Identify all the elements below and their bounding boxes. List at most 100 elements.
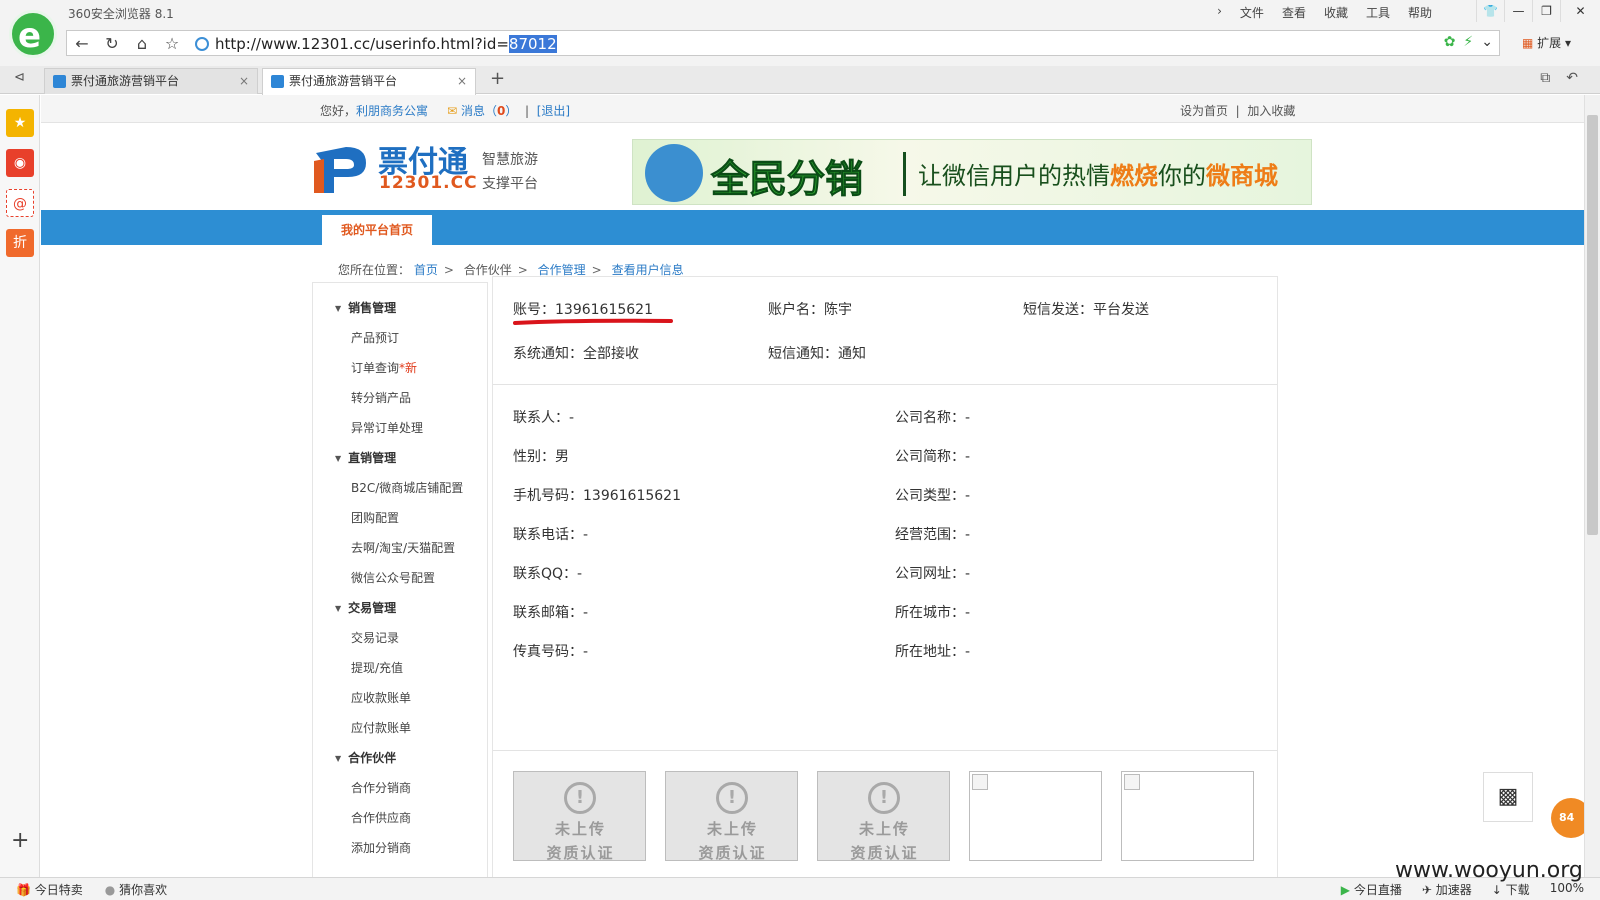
top-links: 设为首页 | 加入收藏: [1180, 104, 1296, 118]
back-icon[interactable]: ←: [69, 33, 95, 55]
menu-file[interactable]: 文件: [1240, 4, 1264, 21]
user-info-panel: 账号：13961615621 账户名：陈宇 短信发送：平台发送 系统通知：全部接…: [492, 276, 1278, 877]
address-bar[interactable]: ← ↻ ⌂ ☆ http://www.12301.cc/userinfo.htm…: [66, 30, 1500, 56]
add-favorite-link[interactable]: 加入收藏: [1247, 104, 1295, 118]
menu-item-withdraw-recharge[interactable]: 提现/充值: [351, 659, 403, 676]
maximize-button[interactable]: ❐: [1532, 0, 1560, 22]
tab-close-icon[interactable]: ×: [457, 69, 467, 93]
mail-icon[interactable]: @: [6, 189, 34, 217]
menu-item-taobao-config[interactable]: 去啊/淘宝/天猫配置: [351, 539, 455, 556]
page-scrollbar[interactable]: [1584, 95, 1600, 877]
menu-item-payables[interactable]: 应付款账单: [351, 719, 411, 736]
browser-logo-icon: e: [9, 10, 57, 58]
close-window-button[interactable]: ✕: [1560, 0, 1600, 22]
status-zoom[interactable]: 100%: [1550, 881, 1584, 898]
certificate-placeholder[interactable]: ! 未上传 资质认证: [513, 771, 646, 861]
sms-send-mode: 短信发送：平台发送: [1023, 302, 1149, 318]
menu-group-partners[interactable]: 合作伙伴: [335, 749, 396, 766]
status-guess-like[interactable]: ● 猜你喜欢: [105, 881, 167, 898]
menu-item-transaction-records[interactable]: 交易记录: [351, 629, 399, 646]
breadcrumb-current[interactable]: 查看用户信息: [612, 263, 684, 277]
speed-mode-icon[interactable]: ⚡: [1463, 34, 1473, 50]
mobile-number: 手机号码：13961615621: [513, 488, 681, 504]
set-home-link[interactable]: 设为首页: [1180, 104, 1228, 118]
menu-item-order-query[interactable]: 订单查询*新: [351, 359, 417, 376]
user-link[interactable]: 利朋商务公寓: [356, 104, 428, 118]
menu-item-b2c-config[interactable]: B2C/微商城店铺配置: [351, 479, 463, 496]
certificate-placeholder[interactable]: ! 未上传 资质认证: [665, 771, 798, 861]
tab-list-toggle-icon[interactable]: ⊲: [14, 70, 25, 85]
qr-code-icon[interactable]: ▩: [1483, 772, 1533, 822]
status-today-sale[interactable]: 🎁 今日特卖: [16, 881, 83, 898]
breadcrumb-home[interactable]: 首页: [414, 263, 438, 277]
home-icon[interactable]: ⌂: [129, 33, 155, 55]
menu-tools[interactable]: 工具: [1366, 4, 1390, 21]
skin-icon[interactable]: 👕: [1476, 0, 1504, 22]
weibo-icon[interactable]: ◉: [6, 149, 34, 177]
brand-slogan-1: 智慧旅游: [482, 152, 538, 168]
warning-icon: !: [716, 782, 748, 814]
account-name: 账户名：陈宇: [768, 302, 852, 318]
menu-item-receivables[interactable]: 应收款账单: [351, 689, 411, 706]
brand-mark-icon: [314, 147, 366, 193]
menu-item-suppliers[interactable]: 合作供应商: [351, 809, 411, 826]
float-badge[interactable]: 84: [1551, 798, 1584, 838]
menu-arrow-icon[interactable]: ›: [1217, 4, 1222, 21]
tab-2-active[interactable]: 票付通旅游营销平台 ×: [262, 68, 476, 95]
discount-icon[interactable]: 折: [6, 229, 34, 257]
undo-close-icon[interactable]: ↶: [1566, 70, 1578, 86]
tab-label: 票付通旅游营销平台: [289, 74, 398, 88]
status-live[interactable]: ▶ 今日直播: [1341, 881, 1402, 898]
broken-image-icon: [1124, 774, 1140, 790]
side-menu: 销售管理 产品预订 订单查询*新 转分销产品 异常订单处理 直销管理 B2C/微…: [312, 282, 488, 877]
minimize-button[interactable]: —: [1504, 0, 1532, 22]
status-download[interactable]: ↓ 下载: [1492, 881, 1530, 898]
tab-1[interactable]: 票付通旅游营销平台 ×: [44, 68, 258, 94]
top-strip: 您好，利朋商务公寓 ✉ 消息（0） | [退出] 设为首页 | 加入收藏: [41, 95, 1584, 123]
tab-favicon-icon: [53, 75, 66, 88]
url-text[interactable]: http://www.12301.cc/userinfo.html?id=870…: [215, 35, 557, 53]
new-tab-button[interactable]: +: [490, 68, 505, 89]
certificate-broken-image[interactable]: [969, 771, 1102, 861]
menu-favorites[interactable]: 收藏: [1324, 4, 1348, 21]
menu-item-abnormal-orders[interactable]: 异常订单处理: [351, 419, 423, 436]
logout-link[interactable]: [退出]: [537, 104, 570, 118]
red-underline-annotation: [513, 318, 673, 325]
favorites-star-icon[interactable]: ★: [6, 109, 34, 137]
menu-item-product-booking[interactable]: 产品预订: [351, 329, 399, 346]
nav-tab-home[interactable]: 我的平台首页: [321, 214, 433, 245]
breadcrumb-partner-mgmt[interactable]: 合作管理: [538, 263, 586, 277]
menu-item-group-buy[interactable]: 团购配置: [351, 509, 399, 526]
refresh-icon[interactable]: ↻: [99, 33, 125, 55]
favorite-star-icon[interactable]: ☆: [159, 33, 185, 55]
certificate-broken-image[interactable]: [1121, 771, 1254, 861]
tab-restore-icon[interactable]: ⧉: [1540, 70, 1550, 86]
sidebar-add-icon[interactable]: +: [11, 828, 29, 853]
envelope-icon: ✉: [447, 104, 458, 118]
menu-group-transactions[interactable]: 交易管理: [335, 599, 396, 616]
menu-group-direct-sales[interactable]: 直销管理: [335, 449, 396, 466]
promo-banner[interactable]: 全民分销 让微信用户的热情燃烧你的微商城: [632, 139, 1312, 205]
main-nav: 我的平台首页: [41, 210, 1584, 245]
extensions-button[interactable]: ▦ 扩展 ▾: [1522, 34, 1571, 51]
menu-group-sales[interactable]: 销售管理: [335, 299, 396, 316]
new-badge: *新: [399, 361, 418, 375]
extensions-label: 扩展: [1537, 36, 1562, 50]
menu-view[interactable]: 查看: [1282, 4, 1306, 21]
scrollbar-thumb[interactable]: [1587, 115, 1598, 535]
tab-close-icon[interactable]: ×: [239, 69, 249, 93]
status-accelerator[interactable]: ✈ 加速器: [1422, 881, 1472, 898]
fax-number: 传真号码：-: [513, 644, 589, 660]
menu-help[interactable]: 帮助: [1408, 4, 1432, 21]
menu-item-distributors[interactable]: 合作分销商: [351, 779, 411, 796]
security-check-icon[interactable]: ✿: [1444, 34, 1456, 50]
certificate-placeholder[interactable]: ! 未上传 资质认证: [817, 771, 950, 861]
address-dropdown-icon[interactable]: ⌄: [1481, 34, 1493, 50]
greeting-text: 您好，: [320, 104, 357, 118]
banner-mascot: [645, 144, 703, 202]
menu-item-resell-products[interactable]: 转分销产品: [351, 389, 411, 406]
messages-link[interactable]: 消息（0）: [461, 104, 517, 118]
address: 所在地址：-: [895, 644, 971, 660]
menu-item-add-distributor[interactable]: 添加分销商: [351, 839, 411, 856]
menu-item-wechat-config[interactable]: 微信公众号配置: [351, 569, 435, 586]
